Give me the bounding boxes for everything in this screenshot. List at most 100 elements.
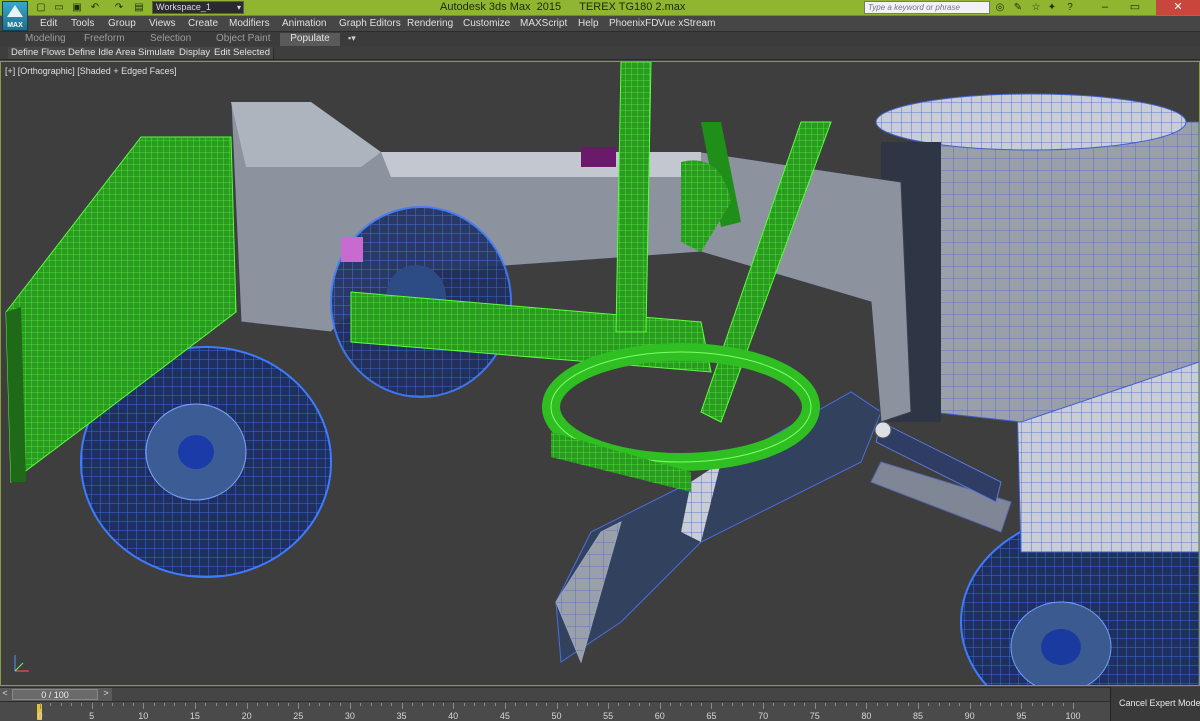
frame-tick	[236, 703, 238, 706]
menu-tools[interactable]: Tools	[71, 18, 94, 29]
menu-phoenixfd[interactable]: PhoenixFD	[609, 18, 658, 29]
frame-tick	[938, 703, 940, 706]
menu-help[interactable]: Help	[578, 18, 599, 29]
frame-tick	[484, 703, 486, 706]
app-logo-icon	[7, 5, 23, 17]
new-file-icon[interactable]: ▢	[34, 1, 48, 14]
help-icon[interactable]: ?	[1064, 1, 1076, 14]
frame-tick	[287, 703, 289, 706]
undo-icon[interactable]: ↶	[88, 1, 102, 14]
frame-tick	[205, 703, 207, 706]
frame-tick	[639, 703, 641, 706]
prev-frame-button[interactable]: <	[0, 688, 10, 701]
frame-tick	[597, 703, 599, 706]
tab-modeling[interactable]: Modeling	[25, 33, 66, 44]
frame-tick	[546, 703, 548, 706]
workspace-dropdown[interactable]: Workspace_1 ▾	[152, 1, 244, 14]
frame-tick	[473, 703, 475, 706]
frame-tick	[1052, 703, 1054, 706]
project-folder-icon[interactable]: ▤	[132, 1, 146, 14]
frame-tick	[618, 703, 620, 706]
time-slider-track[interactable]	[112, 688, 1110, 701]
frame-tick	[50, 703, 52, 706]
frame-tick-label: 80	[861, 711, 872, 721]
menu-graph-editors[interactable]: Graph Editors	[339, 18, 401, 29]
save-file-icon[interactable]: ▣	[70, 1, 84, 14]
menu-rendering[interactable]: Rendering	[407, 18, 453, 29]
frame-tick	[845, 703, 847, 706]
menu-vue-xstream[interactable]: Vue xStream	[658, 18, 715, 29]
frame-tick-label: 20	[241, 711, 252, 721]
menu-modifiers[interactable]: Modifiers	[229, 18, 270, 29]
time-slider-thumb[interactable]: 0 / 100	[12, 689, 98, 700]
frame-tick-label: 50	[551, 711, 562, 721]
close-button[interactable]: ✕	[1156, 0, 1200, 15]
frame-tick	[442, 703, 444, 706]
frame-tick-label: 45	[499, 711, 510, 721]
frame-tick	[742, 703, 744, 706]
menu-edit[interactable]: Edit	[40, 18, 57, 29]
redo-icon[interactable]: ↷	[112, 1, 126, 14]
frame-tick	[959, 703, 961, 706]
frame-tick	[887, 703, 889, 706]
menu-customize[interactable]: Customize	[463, 18, 510, 29]
menu-group[interactable]: Group	[108, 18, 136, 29]
frame-tick	[194, 703, 196, 709]
hydraulic-fitting	[341, 237, 363, 262]
frame-tick	[835, 703, 837, 706]
pin-icon[interactable]: ✦	[1046, 1, 1058, 14]
workspace-value: Workspace_1	[156, 2, 211, 12]
ribbon-toggle-icon[interactable]: ▪▾	[348, 33, 356, 44]
frame-tick	[329, 703, 331, 706]
edit-selected-button[interactable]: Edit Selected	[211, 47, 274, 59]
next-frame-button[interactable]: >	[100, 688, 112, 701]
title-bar: MAX ▢ ▭ ▣ ↶ ↷ ▤ Workspace_1 ▾ Autodesk 3…	[0, 0, 1200, 31]
search-input[interactable]: Type a keyword or phrase	[864, 1, 990, 14]
time-slider[interactable]: < 0 / 100 >	[0, 687, 1110, 701]
maximize-button[interactable]: ▭	[1120, 0, 1150, 15]
track-bar[interactable]: 0 5 10 15 20 25 30 35 40 45 50 55 60 65 70 75 80 85 90 95 10…	[0, 701, 1110, 721]
frame-tick	[380, 703, 382, 706]
frame-tick	[318, 703, 320, 706]
tab-freeform[interactable]: Freeform	[84, 33, 125, 44]
frame-tick	[990, 703, 992, 706]
frame-tick	[256, 703, 258, 706]
frame-tick	[225, 703, 227, 706]
tab-populate[interactable]: Populate	[280, 33, 340, 46]
minimize-button[interactable]: –	[1090, 0, 1120, 15]
frame-tick	[866, 703, 868, 709]
frame-tick	[463, 703, 465, 706]
menu-maxscript[interactable]: MAXScript	[520, 18, 567, 29]
frame-tick	[969, 703, 971, 709]
simulate-button[interactable]: Simulate	[135, 47, 179, 59]
frame-tick	[876, 703, 878, 706]
menu-create[interactable]: Create	[188, 18, 218, 29]
favorites-icon[interactable]: ☆	[1030, 1, 1042, 14]
display-button[interactable]: Display	[176, 47, 215, 59]
define-idle-areas-button[interactable]: Define Idle Areas	[65, 47, 145, 59]
menu-animation[interactable]: Animation	[282, 18, 326, 29]
viewport-label[interactable]: [+] [Orthographic] [Shaded + Edged Faces…	[5, 66, 177, 76]
frame-tick-label: 10	[138, 711, 149, 721]
frame-tick-label: 5	[89, 711, 95, 721]
frame-tick	[1000, 703, 1002, 706]
open-file-icon[interactable]: ▭	[52, 1, 66, 14]
tab-selection[interactable]: Selection	[150, 33, 191, 44]
frame-tick	[752, 703, 754, 706]
frame-tick	[277, 703, 279, 706]
app-logo-button[interactable]: MAX	[2, 1, 28, 31]
tab-object-paint[interactable]: Object Paint	[216, 33, 270, 44]
frame-tick	[453, 703, 455, 709]
binoculars-icon[interactable]: ◎	[994, 1, 1006, 14]
frame-tick	[535, 703, 537, 706]
menu-views[interactable]: Views	[149, 18, 176, 29]
frame-tick	[515, 703, 517, 706]
tools-icon[interactable]: ✎	[1012, 1, 1024, 14]
frame-tick-label: 95	[1016, 711, 1027, 721]
define-flows-button[interactable]: Define Flows	[8, 47, 70, 59]
frame-tick	[215, 703, 217, 706]
viewport-orthographic[interactable]: [+] [Orthographic] [Shaded + Edged Faces…	[0, 61, 1200, 686]
frame-tick	[949, 703, 951, 706]
frame-tick	[670, 703, 672, 706]
cancel-expert-mode-button[interactable]: Cancel Expert Mode	[1119, 698, 1200, 708]
